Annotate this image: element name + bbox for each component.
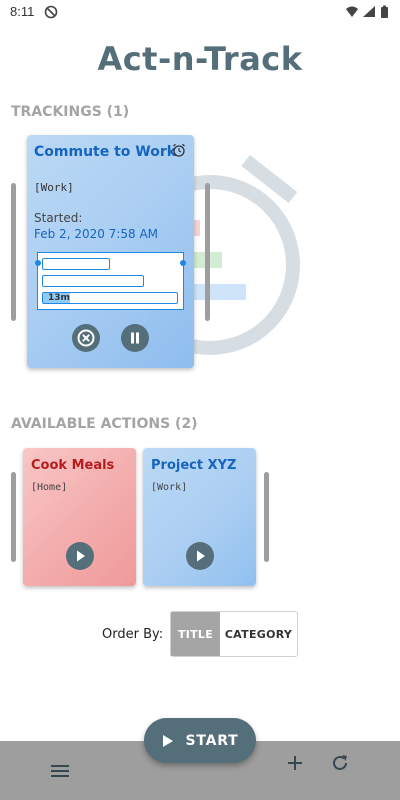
resize-handle-left[interactable] — [35, 260, 41, 266]
action-title: Cook Meals — [31, 458, 115, 473]
action-card-cook-meals[interactable]: Cook Meals [Home] — [23, 448, 136, 586]
pause-icon — [131, 332, 139, 344]
progress-bar-empty-2 — [42, 275, 144, 287]
cancel-button[interactable] — [72, 324, 100, 352]
app-title: Act-n-Track — [97, 40, 303, 78]
order-option-category[interactable]: CATEGORY — [220, 612, 297, 656]
available-actions-heading: AVAILABLE ACTIONS (2) — [11, 416, 198, 432]
progress-label: 13m — [48, 293, 70, 303]
order-by-label: Order By: — [102, 627, 164, 642]
cancel-icon — [77, 329, 95, 347]
action-category: [Home] — [31, 482, 68, 493]
actions-scroll-right[interactable] — [264, 472, 269, 562]
order-option-title[interactable]: TITLE — [171, 612, 220, 656]
add-icon[interactable] — [284, 752, 306, 774]
refresh-icon[interactable] — [329, 752, 351, 774]
trackings-heading: TRACKINGS (1) — [11, 104, 130, 120]
status-time: 8:11 — [10, 4, 35, 19]
tracking-scroll-right[interactable] — [205, 183, 210, 321]
signal-icon — [363, 6, 375, 17]
pause-button[interactable] — [121, 324, 149, 352]
progress-bar-empty-1 — [42, 258, 110, 270]
start-button[interactable]: START — [144, 718, 256, 763]
actions-scroll-left[interactable] — [11, 472, 16, 562]
order-by-toggle[interactable]: TITLE CATEGORY — [170, 611, 298, 657]
play-button[interactable] — [66, 542, 94, 570]
tracking-category: [Work] — [34, 181, 74, 194]
resize-handle-right[interactable] — [180, 260, 186, 266]
progress-bar-elapsed: 13m — [42, 292, 178, 304]
battery-icon — [381, 5, 388, 18]
tracking-card[interactable]: Commute to Work [Work] Started: Feb 2, 2… — [27, 135, 194, 368]
action-title: Project XYZ — [151, 458, 237, 473]
play-button[interactable] — [186, 542, 214, 570]
play-icon — [163, 734, 174, 747]
started-value: Feb 2, 2020 7:58 AM — [34, 227, 159, 241]
play-icon — [197, 550, 205, 562]
menu-icon[interactable] — [49, 760, 71, 782]
tracking-title: Commute to Work — [34, 144, 177, 160]
action-category: [Work] — [151, 482, 188, 493]
started-label: Started: — [34, 211, 83, 225]
status-icons — [346, 5, 388, 18]
start-label: START — [185, 732, 239, 749]
alarm-icon[interactable] — [172, 143, 186, 157]
wifi-icon — [346, 6, 358, 17]
play-icon — [77, 550, 85, 562]
status-bar: 8:11 — [0, 0, 400, 24]
dnd-icon — [44, 5, 58, 19]
action-card-project-xyz[interactable]: Project XYZ [Work] — [143, 448, 256, 586]
tracking-scroll-left[interactable] — [11, 183, 16, 321]
progress-widget[interactable]: 13m — [35, 252, 186, 310]
